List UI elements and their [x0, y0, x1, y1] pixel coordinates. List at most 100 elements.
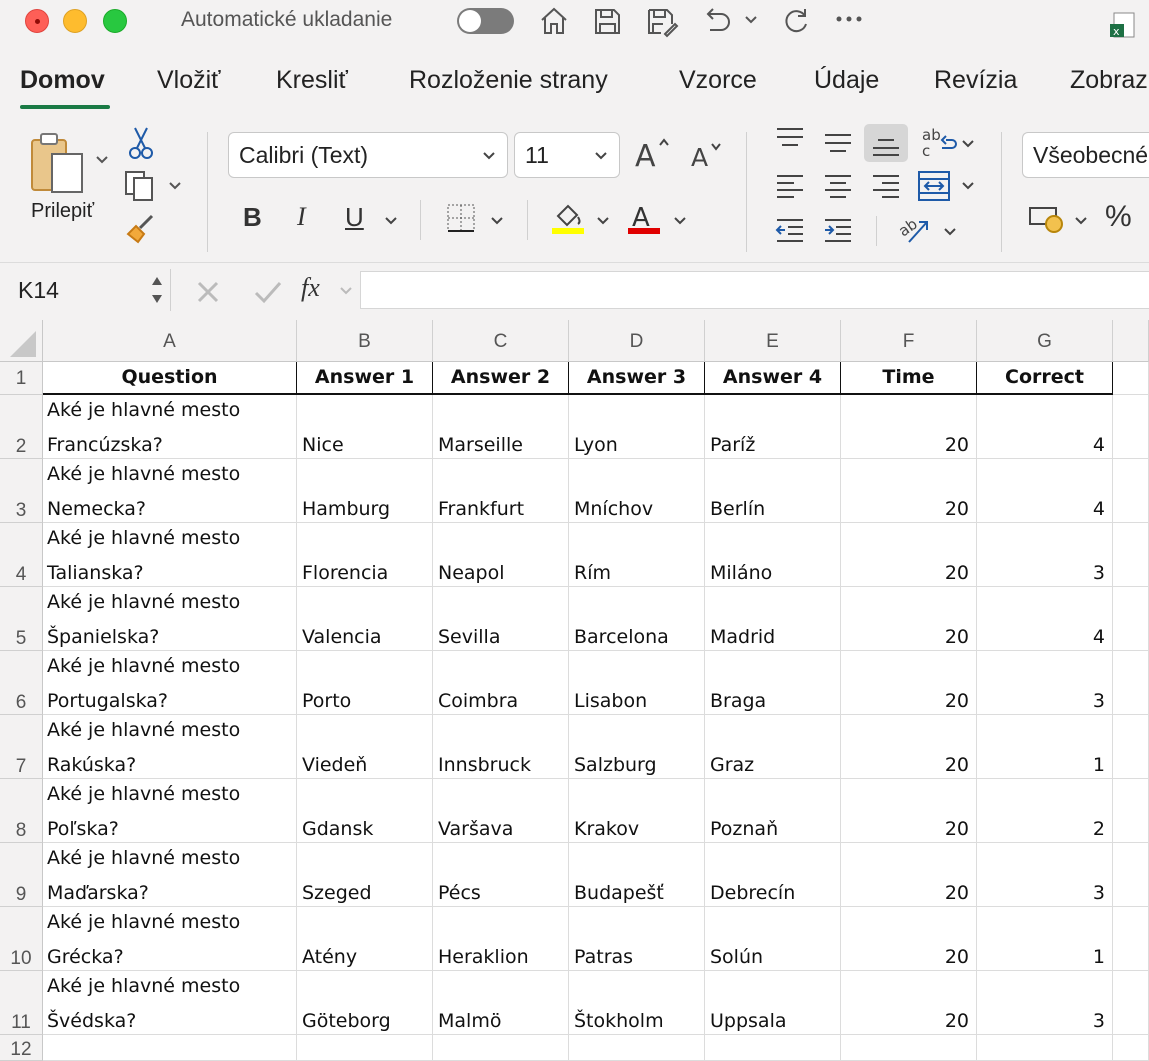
- insert-function-button[interactable]: fx: [301, 273, 320, 303]
- time-cell[interactable]: 20: [841, 459, 977, 523]
- answer-cell[interactable]: Barcelona: [569, 587, 705, 651]
- align-bottom-button[interactable]: [864, 124, 908, 162]
- row-header-12[interactable]: 12: [0, 1035, 43, 1061]
- question-cell[interactable]: Aké je hlavné mesto Švédska?: [43, 971, 297, 1035]
- confirm-entry-icon[interactable]: [253, 279, 283, 305]
- answer-cell[interactable]: Debrecín: [705, 843, 841, 907]
- copy-icon[interactable]: [122, 168, 158, 204]
- answer-cell[interactable]: Atény: [297, 907, 433, 971]
- fx-chevron-icon[interactable]: [338, 283, 354, 299]
- answer-cell[interactable]: Malmö: [433, 971, 569, 1035]
- borders-icon[interactable]: [445, 202, 477, 234]
- row-header-6[interactable]: 6: [0, 651, 43, 715]
- answer-cell[interactable]: Krakov: [569, 779, 705, 843]
- number-format-dropdown[interactable]: Všeobecné: [1022, 132, 1149, 178]
- tab-vlozit[interactable]: Vložiť: [157, 66, 221, 95]
- close-window-button[interactable]: [25, 9, 49, 33]
- tab-kreslit[interactable]: Kresliť: [276, 66, 348, 95]
- copy-dropdown-chevron-icon[interactable]: [167, 178, 183, 194]
- header-cell[interactable]: Answer 4: [705, 362, 841, 395]
- answer-cell[interactable]: Salzburg: [569, 715, 705, 779]
- answer-cell[interactable]: Göteborg: [297, 971, 433, 1035]
- fill-color-icon[interactable]: [550, 200, 586, 236]
- column-header-b[interactable]: B: [297, 320, 433, 362]
- answer-cell[interactable]: Hamburg: [297, 459, 433, 523]
- answer-cell[interactable]: Varšava: [433, 779, 569, 843]
- align-middle-icon[interactable]: [822, 130, 854, 156]
- cut-icon[interactable]: [127, 124, 155, 160]
- header-cell[interactable]: Question: [43, 362, 297, 395]
- fill-color-chevron-icon[interactable]: [595, 213, 611, 229]
- answer-cell[interactable]: Miláno: [705, 523, 841, 587]
- empty-cell[interactable]: [569, 1035, 705, 1061]
- time-cell[interactable]: 20: [841, 651, 977, 715]
- formula-input[interactable]: [360, 271, 1149, 309]
- question-cell[interactable]: Aké je hlavné mesto Nemecka?: [43, 459, 297, 523]
- accounting-chevron-icon[interactable]: [1073, 213, 1089, 229]
- empty-cell[interactable]: [1113, 395, 1149, 459]
- header-cell[interactable]: Answer 2: [433, 362, 569, 395]
- correct-cell[interactable]: 2: [977, 779, 1113, 843]
- time-cell[interactable]: 20: [841, 843, 977, 907]
- column-header-h[interactable]: [1113, 320, 1149, 362]
- paste-dropdown-chevron-icon[interactable]: [94, 152, 110, 168]
- more-icon[interactable]: [835, 14, 863, 24]
- question-cell[interactable]: Aké je hlavné mesto Talianska?: [43, 523, 297, 587]
- answer-cell[interactable]: Solún: [705, 907, 841, 971]
- header-cell[interactable]: Answer 3: [569, 362, 705, 395]
- empty-cell[interactable]: [1113, 459, 1149, 523]
- answer-cell[interactable]: Budapešť: [569, 843, 705, 907]
- correct-cell[interactable]: 4: [977, 459, 1113, 523]
- answer-cell[interactable]: Gdansk: [297, 779, 433, 843]
- answer-cell[interactable]: Rím: [569, 523, 705, 587]
- column-header-d[interactable]: D: [569, 320, 705, 362]
- answer-cell[interactable]: Valencia: [297, 587, 433, 651]
- column-header-c[interactable]: C: [433, 320, 569, 362]
- header-cell[interactable]: Time: [841, 362, 977, 395]
- accounting-format-icon[interactable]: [1028, 204, 1066, 236]
- align-left-icon[interactable]: [774, 172, 806, 200]
- answer-cell[interactable]: Viedeň: [297, 715, 433, 779]
- empty-cell[interactable]: [1113, 779, 1149, 843]
- answer-cell[interactable]: Pécs: [433, 843, 569, 907]
- name-box-stepper-icon[interactable]: [149, 271, 165, 309]
- increase-indent-icon[interactable]: [822, 216, 854, 244]
- answer-cell[interactable]: Lisabon: [569, 651, 705, 715]
- empty-cell[interactable]: [43, 1035, 297, 1061]
- cancel-entry-icon[interactable]: [195, 279, 221, 305]
- answer-cell[interactable]: Innsbruck: [433, 715, 569, 779]
- answer-cell[interactable]: Braga: [705, 651, 841, 715]
- wrap-text-chevron-icon[interactable]: [942, 224, 958, 240]
- question-cell[interactable]: Aké je hlavné mesto Španielska?: [43, 587, 297, 651]
- empty-cell[interactable]: [297, 1035, 433, 1061]
- zoom-window-button[interactable]: [103, 9, 127, 33]
- merge-chevron-icon[interactable]: [960, 178, 976, 194]
- align-top-icon[interactable]: [774, 126, 806, 152]
- font-color-chevron-icon[interactable]: [672, 213, 688, 229]
- align-center-icon[interactable]: [822, 172, 854, 200]
- orientation-icon[interactable]: abc: [920, 126, 958, 160]
- correct-cell[interactable]: 1: [977, 907, 1113, 971]
- row-header-10[interactable]: 10: [0, 907, 43, 971]
- row-header-8[interactable]: 8: [0, 779, 43, 843]
- column-header-g[interactable]: G: [977, 320, 1113, 362]
- row-header-1[interactable]: 1: [0, 362, 43, 395]
- tab-vzorce[interactable]: Vzorce: [679, 66, 757, 95]
- empty-cell[interactable]: [1113, 843, 1149, 907]
- answer-cell[interactable]: Madrid: [705, 587, 841, 651]
- empty-cell[interactable]: [1113, 587, 1149, 651]
- bold-button[interactable]: B: [243, 202, 262, 233]
- answer-cell[interactable]: Uppsala: [705, 971, 841, 1035]
- underline-chevron-icon[interactable]: [383, 213, 399, 229]
- row-header-3[interactable]: 3: [0, 459, 43, 523]
- header-cell[interactable]: Correct: [977, 362, 1113, 395]
- answer-cell[interactable]: Porto: [297, 651, 433, 715]
- save-icon[interactable]: [590, 4, 624, 38]
- answer-cell[interactable]: Graz: [705, 715, 841, 779]
- column-header-e[interactable]: E: [705, 320, 841, 362]
- time-cell[interactable]: 20: [841, 587, 977, 651]
- wrap-text-icon[interactable]: ab: [897, 212, 935, 248]
- tab-udaje[interactable]: Údaje: [814, 66, 879, 95]
- row-header-4[interactable]: 4: [0, 523, 43, 587]
- undo-dropdown-chevron-icon[interactable]: [743, 12, 759, 28]
